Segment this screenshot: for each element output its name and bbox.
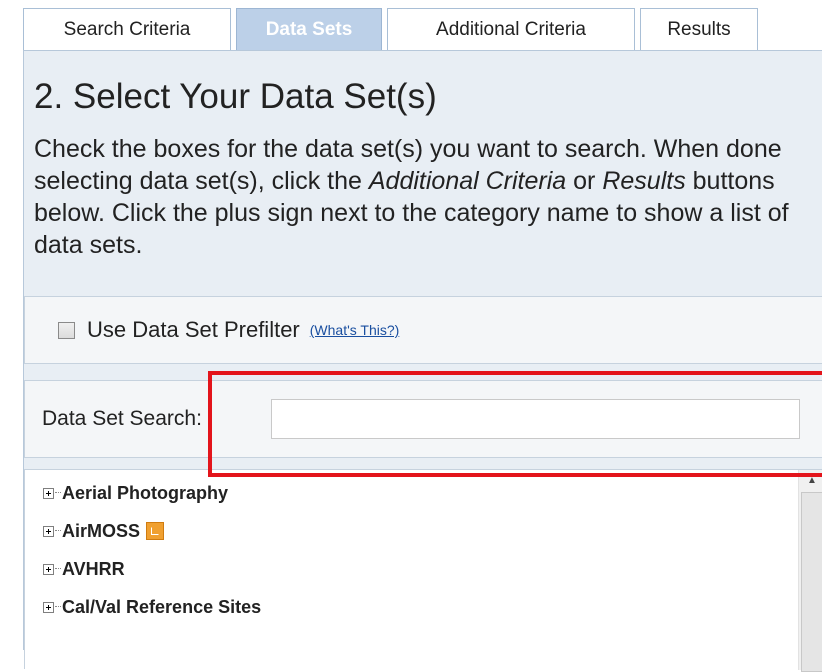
plus-expander-icon[interactable] bbox=[43, 601, 54, 613]
tab-search-criteria[interactable]: Search Criteria bbox=[23, 8, 231, 50]
tree-scrollbar[interactable]: ▲ bbox=[798, 470, 822, 672]
plus-expander-icon[interactable] bbox=[43, 525, 54, 537]
prefilter-label: Use Data Set Prefilter bbox=[87, 317, 300, 342]
tree-connector bbox=[55, 492, 61, 494]
instructions-emphasis-additional: Additional Criteria bbox=[368, 167, 567, 195]
category-label: AVHRR bbox=[62, 558, 125, 579]
whats-this-link[interactable]: (What's This?) bbox=[310, 322, 400, 338]
category-item-aerial-photography[interactable]: Aerial Photography bbox=[43, 480, 228, 506]
prefilter-section: Use Data Set Prefilter (What's This?) bbox=[24, 296, 822, 364]
page-title: 2. Select Your Data Set(s) bbox=[34, 77, 437, 116]
category-item-airmoss[interactable]: AirMOSS bbox=[43, 518, 165, 544]
instructions-text: Check the boxes for the data set(s) you … bbox=[34, 133, 822, 261]
dataset-search-label: Data Set Search: bbox=[42, 407, 202, 430]
scroll-up-arrow-icon[interactable]: ▲ bbox=[799, 470, 822, 490]
tree-connector bbox=[55, 606, 61, 608]
data-sets-panel: 2. Select Your Data Set(s) Check the box… bbox=[23, 50, 822, 672]
tree-connector bbox=[55, 568, 61, 570]
category-label: Aerial Photography bbox=[62, 482, 229, 503]
tree-connector bbox=[55, 530, 61, 532]
tab-results[interactable]: Results bbox=[640, 8, 758, 50]
dataset-search-section: Data Set Search: bbox=[24, 380, 822, 458]
category-label: AirMOSS bbox=[62, 520, 141, 541]
instructions-part-2: or bbox=[566, 167, 603, 195]
plus-expander-icon[interactable] bbox=[43, 487, 54, 499]
new-data-icon bbox=[146, 522, 165, 540]
category-item-cal-val-reference-sites[interactable]: Cal/Val Reference Sites bbox=[43, 594, 261, 620]
category-item-avhrr[interactable]: AVHRR bbox=[43, 556, 125, 582]
category-tree: Aerial Photography AirMOSS AVHRR Cal/Val… bbox=[24, 469, 822, 672]
tab-additional-criteria[interactable]: Additional Criteria bbox=[387, 8, 635, 50]
dataset-search-input[interactable] bbox=[271, 399, 800, 439]
tab-data-sets[interactable]: Data Sets bbox=[236, 8, 382, 50]
instructions-emphasis-results: Results bbox=[602, 167, 686, 195]
tab-bar: Search Criteria Data Sets Additional Cri… bbox=[23, 8, 763, 50]
prefilter-checkbox[interactable] bbox=[58, 321, 75, 339]
category-label: Cal/Val Reference Sites bbox=[62, 596, 262, 617]
scroll-thumb[interactable] bbox=[801, 492, 822, 672]
plus-expander-icon[interactable] bbox=[43, 563, 54, 575]
